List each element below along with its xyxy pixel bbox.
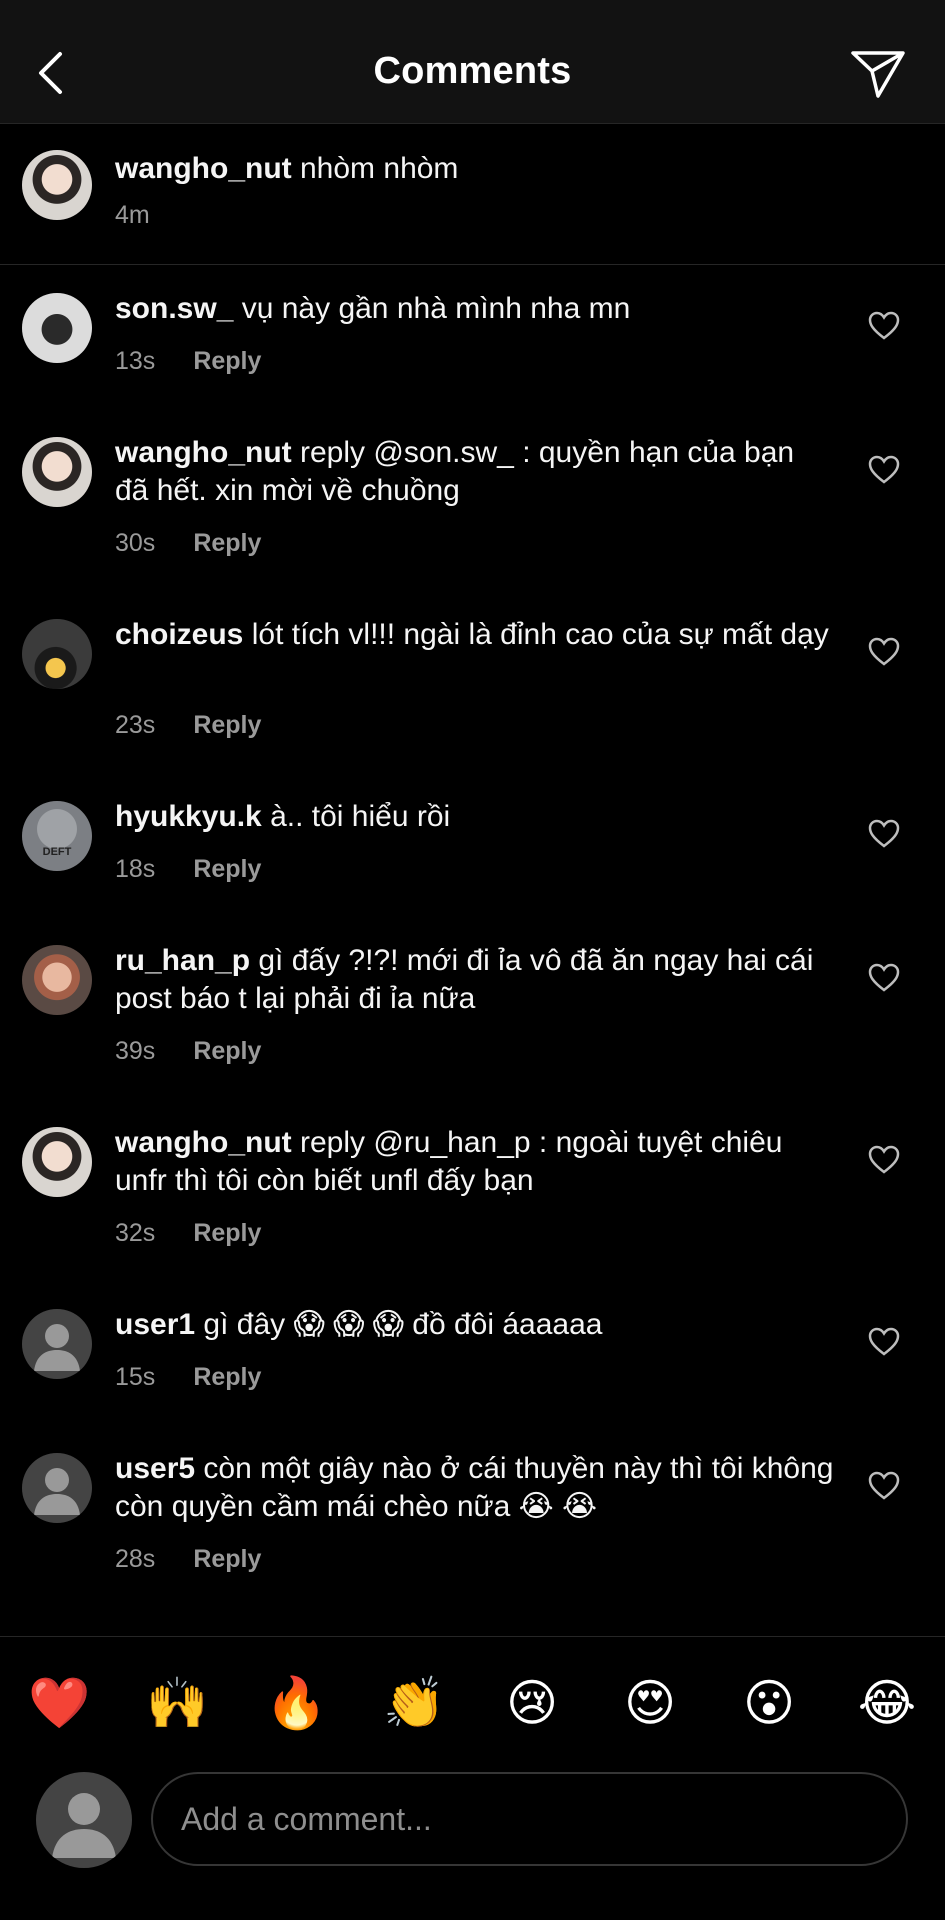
emoji-heart-eyes-button[interactable]: 😍 — [620, 1673, 680, 1733]
comment-body: ru_han_p gì đấy ?!?! mới đi ỉa vô đã ăn … — [115, 942, 835, 1018]
avatar-text: DEFT — [42, 846, 72, 858]
comment-username[interactable]: choizeus — [115, 618, 243, 651]
comment-time: 30s — [115, 529, 156, 557]
heart-icon — [868, 1327, 900, 1356]
comment-body: son.sw_ vụ này gần nhà mình nha mn — [115, 290, 835, 328]
current-user-avatar — [36, 1772, 132, 1868]
avatar[interactable] — [22, 437, 92, 507]
post-caption: wangho_nut nhòm nhòm 4m — [0, 124, 945, 265]
reply-button[interactable]: Reply — [193, 711, 261, 739]
like-button[interactable] — [866, 960, 902, 996]
comment-username[interactable]: user1 — [115, 1308, 195, 1341]
share-button[interactable] — [848, 44, 908, 104]
paper-plane-icon — [851, 51, 905, 98]
heart-icon — [868, 1471, 900, 1500]
default-avatar-icon — [52, 1793, 116, 1858]
comment-meta: 23s Reply — [115, 711, 261, 740]
avatar[interactable] — [22, 150, 92, 220]
like-button[interactable] — [866, 1142, 902, 1178]
comment-meta: 39s Reply — [115, 1037, 261, 1066]
like-button[interactable] — [866, 1468, 902, 1504]
emoji-surprised-button[interactable]: 😮 — [739, 1673, 799, 1733]
comment-meta: 13s Reply — [115, 347, 261, 376]
like-button[interactable] — [866, 634, 902, 670]
comment-meta: 15s Reply — [115, 1363, 261, 1392]
comment-meta: 28s Reply — [115, 1545, 261, 1574]
heart-icon — [868, 963, 900, 992]
comment-input[interactable] — [151, 1772, 908, 1866]
emoji-heart-button[interactable]: ❤️ — [28, 1673, 90, 1733]
emoji-laughing-button[interactable]: 😂 — [857, 1673, 917, 1733]
heart-icon — [868, 637, 900, 666]
comment-username[interactable]: hyukkyu.k — [115, 800, 262, 833]
like-button[interactable] — [866, 308, 902, 344]
avatar[interactable] — [22, 1309, 92, 1379]
reply-button[interactable]: Reply — [193, 1545, 261, 1573]
heart-icon — [868, 819, 900, 848]
reply-button[interactable]: Reply — [193, 347, 261, 375]
emoji-fire-button[interactable]: 🔥 — [265, 1673, 327, 1733]
avatar[interactable] — [22, 293, 92, 363]
emoji-reaction-bar: ❤️ 🙌 🔥 👏 😢 😍 😮 😂 — [0, 1636, 945, 1780]
comment-username[interactable]: son.sw_ — [115, 292, 233, 325]
page-title: Comments — [373, 50, 572, 92]
comment-meta: 18s Reply — [115, 855, 261, 884]
default-avatar-icon — [34, 1324, 80, 1371]
reply-button[interactable]: Reply — [193, 1037, 261, 1065]
comment-time: 28s — [115, 1545, 156, 1573]
comment-username[interactable]: wangho_nut — [115, 152, 292, 185]
heart-icon — [868, 1145, 900, 1174]
comment-text: à.. tôi hiểu rồi — [270, 800, 451, 833]
comment-time: 15s — [115, 1363, 156, 1391]
comment-text: nhòm nhòm — [300, 152, 459, 185]
caption-text: wangho_nut nhòm nhòm — [115, 150, 835, 188]
comment-time: 13s — [115, 347, 156, 375]
emoji-raising-hands-button[interactable]: 🙌 — [146, 1673, 208, 1733]
avatar[interactable] — [22, 619, 92, 689]
comment-username[interactable]: user5 — [115, 1452, 195, 1485]
comment-body: user5 còn một giây nào ở cái thuyền này … — [115, 1450, 835, 1526]
avatar[interactable] — [22, 945, 92, 1015]
emoji-clapping-button[interactable]: 👏 — [383, 1673, 445, 1733]
comment-body: wangho_nut reply @ru_han_p : ngoài tuyệt… — [115, 1124, 835, 1200]
reply-button[interactable]: Reply — [193, 1363, 261, 1391]
avatar[interactable]: DEFT — [22, 801, 92, 871]
header-bar: Comments — [0, 0, 945, 124]
reply-button[interactable]: Reply — [193, 855, 261, 883]
comment-username[interactable]: ru_han_p — [115, 944, 250, 977]
emoji-crying-button[interactable]: 😢 — [502, 1673, 562, 1733]
like-button[interactable] — [866, 1324, 902, 1360]
comment-text: vụ này gần nhà mình nha mn — [241, 292, 631, 325]
like-button[interactable] — [866, 452, 902, 488]
comment-time: 4m — [115, 201, 150, 229]
reply-button[interactable]: Reply — [193, 529, 261, 557]
comment-time: 32s — [115, 1219, 156, 1247]
comment-body: user1 gì đây 😱 😱 😱 đồ đôi áaaaaa — [115, 1306, 835, 1344]
reply-button[interactable]: Reply — [193, 1219, 261, 1247]
comment-meta: 32s Reply — [115, 1219, 261, 1248]
avatar[interactable] — [22, 1127, 92, 1197]
comment-time: 18s — [115, 855, 156, 883]
comment-time: 23s — [115, 711, 156, 739]
comment-text: còn một giây nào ở cái thuyền này thì tô… — [115, 1452, 834, 1523]
comment-body: hyukkyu.k à.. tôi hiểu rồi — [115, 798, 835, 836]
avatar[interactable] — [22, 1453, 92, 1523]
heart-icon — [868, 311, 900, 340]
comment-text: gì đây 😱 😱 😱 đồ đôi áaaaaa — [203, 1308, 603, 1341]
comment-time: 39s — [115, 1037, 156, 1065]
comment-text: lót tích vl!!! ngài là đỉnh cao của sự m… — [251, 618, 829, 651]
comment-meta: 30s Reply — [115, 529, 261, 558]
default-avatar-icon — [34, 1468, 80, 1515]
comment-body: choizeus lót tích vl!!! ngài là đỉnh cao… — [115, 616, 835, 654]
comment-username[interactable]: wangho_nut — [115, 1126, 292, 1159]
comment-username[interactable]: wangho_nut — [115, 436, 292, 469]
comment-body: wangho_nut reply @son.sw_ : quyền hạn củ… — [115, 434, 835, 510]
heart-icon — [868, 455, 900, 484]
like-button[interactable] — [866, 816, 902, 852]
comment-meta: 4m — [115, 201, 150, 230]
